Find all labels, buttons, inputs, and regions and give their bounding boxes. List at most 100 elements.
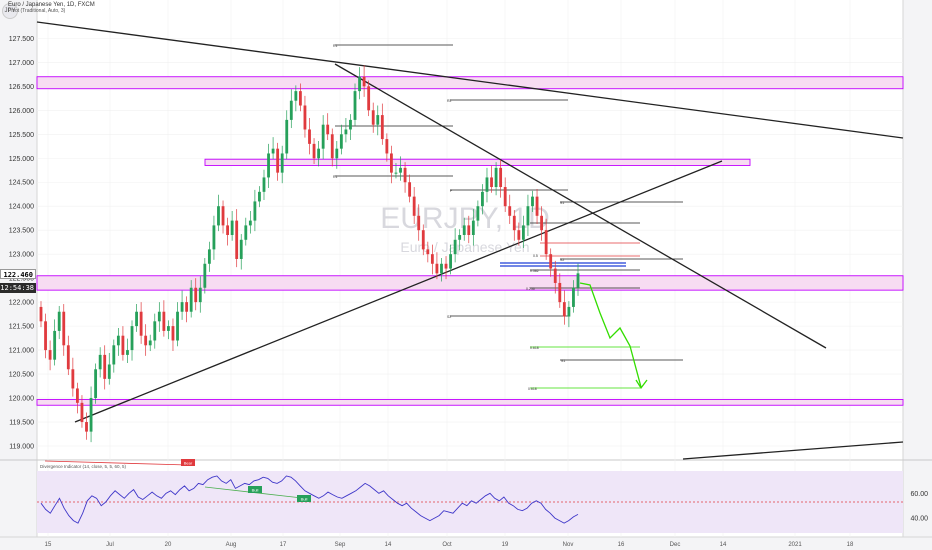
candle-body [435, 263, 439, 274]
candle[interactable] [94, 363, 98, 404]
candle-body [121, 335, 125, 355]
candle-body [189, 287, 193, 312]
last-price-tag: 122.460 [0, 269, 36, 279]
candle-body [62, 311, 66, 346]
candle-body [308, 129, 311, 144]
support-resistance-zone[interactable] [36, 399, 904, 406]
pivot-label: S2 [560, 258, 564, 262]
candle-body [344, 129, 348, 135]
time-tick-label: Jul [106, 542, 114, 548]
bull-badge-label: Bull [252, 488, 259, 493]
time-tick-label: 2021 [788, 542, 802, 548]
candle-body [508, 206, 512, 216]
candle-body [349, 119, 352, 130]
candle-body [107, 364, 111, 379]
candle-body [144, 335, 148, 346]
candle-body [253, 201, 257, 221]
candle-body [490, 177, 493, 188]
price-tick-label: 121.500 [9, 324, 34, 331]
candle-body [57, 311, 61, 331]
candle-body [153, 321, 157, 341]
candle-body [262, 177, 266, 192]
pivot-label: 0.236 [526, 287, 535, 291]
price-tick-label: 119.500 [9, 420, 34, 427]
oscillator-title: Divergence Indicator (14, close, 5, 5, 6… [40, 464, 127, 469]
candle-body [203, 263, 207, 288]
candle-body [75, 388, 79, 403]
candle-body [94, 369, 98, 399]
candle-body [408, 182, 412, 197]
price-tick-label: 125.000 [9, 156, 34, 163]
candle-body [567, 306, 571, 317]
candle-body [462, 225, 466, 235]
candle-body [280, 153, 284, 173]
support-resistance-zone[interactable] [36, 275, 904, 291]
bull-badge-label: Bull [301, 497, 308, 502]
price-tick-label: 127.000 [9, 60, 34, 67]
candle-body [412, 196, 416, 216]
candle-body [471, 220, 475, 235]
candle-body [298, 91, 302, 106]
price-tick-label: 120.000 [9, 396, 34, 403]
pivot-label: 0.5 [533, 254, 538, 258]
candle-body [285, 119, 289, 154]
candle-body [235, 220, 239, 259]
pivot-label: R1 [333, 44, 338, 48]
price-tick-label: 123.000 [9, 252, 34, 259]
candle-body [244, 225, 248, 240]
candle-body [558, 282, 562, 303]
candle-body [207, 249, 211, 264]
time-tick-label: 15 [45, 542, 52, 548]
time-tick-label: 17 [280, 542, 287, 548]
candle-body [198, 287, 202, 303]
chart-header: Euro / Japanese Yen, 1D, FXCM Pivot (Tra… [8, 2, 95, 14]
candle-body [116, 335, 120, 346]
price-tick-label: 124.500 [9, 180, 34, 187]
candle-body [358, 76, 361, 92]
price-chart[interactable]: EURJPY, 1D Euro / Japanese Yen R1R2PR1S1… [0, 0, 932, 550]
candle-body [167, 326, 170, 331]
candle-body [162, 311, 166, 331]
candle-body [535, 196, 539, 216]
candle-body [544, 230, 548, 255]
candle-body [503, 187, 507, 207]
oscillator-tick-label: 60.00 [910, 491, 928, 498]
candle-body [449, 254, 452, 269]
candle-body [417, 215, 421, 231]
candle-body [171, 326, 175, 341]
candle-body [135, 311, 138, 327]
candle-body [66, 345, 70, 370]
pivot-label: S1 [561, 359, 565, 363]
candle-body [499, 167, 503, 188]
candle-body [303, 105, 307, 130]
price-tick-label: 126.500 [9, 84, 34, 91]
oscillator-tick-label: 40.00 [910, 516, 928, 523]
candle-body [467, 225, 471, 235]
candle-body [226, 225, 229, 235]
candle-body [421, 230, 425, 250]
candle-body [390, 153, 393, 173]
price-tick-label: 119.000 [9, 444, 34, 451]
candle-body [335, 148, 339, 159]
chart-root: EURJPY, 1D Euro / Japanese Yen R1 R2 P R… [0, 0, 932, 550]
candle-body [481, 191, 484, 207]
candle-body [276, 148, 280, 173]
price-tick-label: 122.000 [9, 300, 34, 307]
candle-body [371, 110, 375, 125]
candle-body [562, 302, 566, 317]
candle-body [517, 230, 521, 240]
candle-body [157, 311, 161, 322]
candle-body [476, 206, 480, 221]
candle-body [289, 100, 293, 120]
time-tick-label: 16 [618, 542, 625, 548]
support-resistance-zone[interactable] [204, 158, 751, 166]
support-resistance-zone[interactable] [36, 76, 904, 90]
candle-body [71, 369, 75, 389]
candle-body [367, 86, 371, 111]
right-axis-background [903, 0, 932, 537]
candle-body [458, 234, 462, 240]
candle-body [103, 354, 107, 379]
time-tick-label: Oct [442, 542, 452, 548]
candle-body [353, 91, 357, 120]
candle-body [130, 326, 134, 351]
